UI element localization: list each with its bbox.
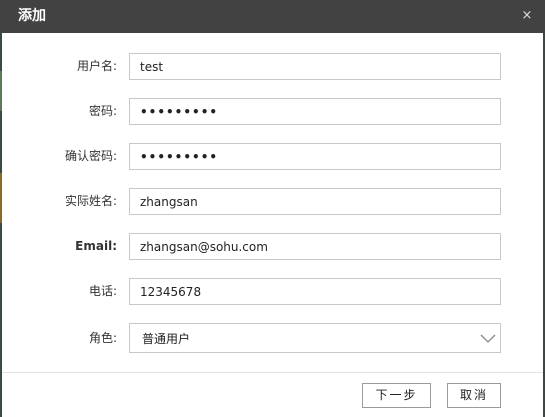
real-name-input[interactable] bbox=[129, 188, 501, 215]
next-step-button[interactable]: 下一步 bbox=[362, 383, 431, 408]
form-row-role: 角色: 普通用户 bbox=[0, 323, 545, 353]
cancel-button[interactable]: 取消 bbox=[447, 383, 501, 408]
role-selected-value: 普通用户 bbox=[142, 332, 191, 346]
close-icon[interactable]: × bbox=[521, 8, 533, 24]
form-row-confirm-password: 确认密码: bbox=[0, 143, 545, 170]
dialog-title: 添加 bbox=[18, 8, 46, 24]
form-row-email: Email: bbox=[0, 233, 545, 260]
dialog-titlebar: 添加 × bbox=[0, 0, 545, 33]
form-row-phone: 电话: bbox=[0, 278, 545, 305]
username-label: 用户名: bbox=[76, 59, 117, 73]
chevron-down-icon bbox=[480, 334, 496, 343]
password-input[interactable] bbox=[129, 98, 501, 125]
email-input[interactable] bbox=[129, 233, 501, 260]
phone-label: 电话: bbox=[88, 284, 117, 298]
form-row-password: 密码: bbox=[0, 98, 545, 125]
add-user-dialog: 添加 × 用户名: 密码: 确认密码: 实际姓名: Email: 电话: 角色:… bbox=[0, 0, 545, 417]
form-row-username: 用户名: bbox=[0, 53, 545, 80]
phone-input[interactable] bbox=[129, 278, 501, 305]
form-row-real-name: 实际姓名: bbox=[0, 188, 545, 215]
confirm-password-label: 确认密码: bbox=[64, 149, 117, 163]
role-select[interactable]: 普通用户 bbox=[129, 323, 501, 353]
username-input[interactable] bbox=[129, 53, 501, 80]
footer-divider bbox=[2, 372, 543, 373]
password-label: 密码: bbox=[88, 104, 117, 118]
role-label: 角色: bbox=[88, 331, 117, 345]
real-name-label: 实际姓名: bbox=[64, 194, 117, 208]
confirm-password-input[interactable] bbox=[129, 143, 501, 170]
email-label: Email: bbox=[75, 239, 117, 253]
backdrop-edge-left bbox=[0, 33, 2, 417]
